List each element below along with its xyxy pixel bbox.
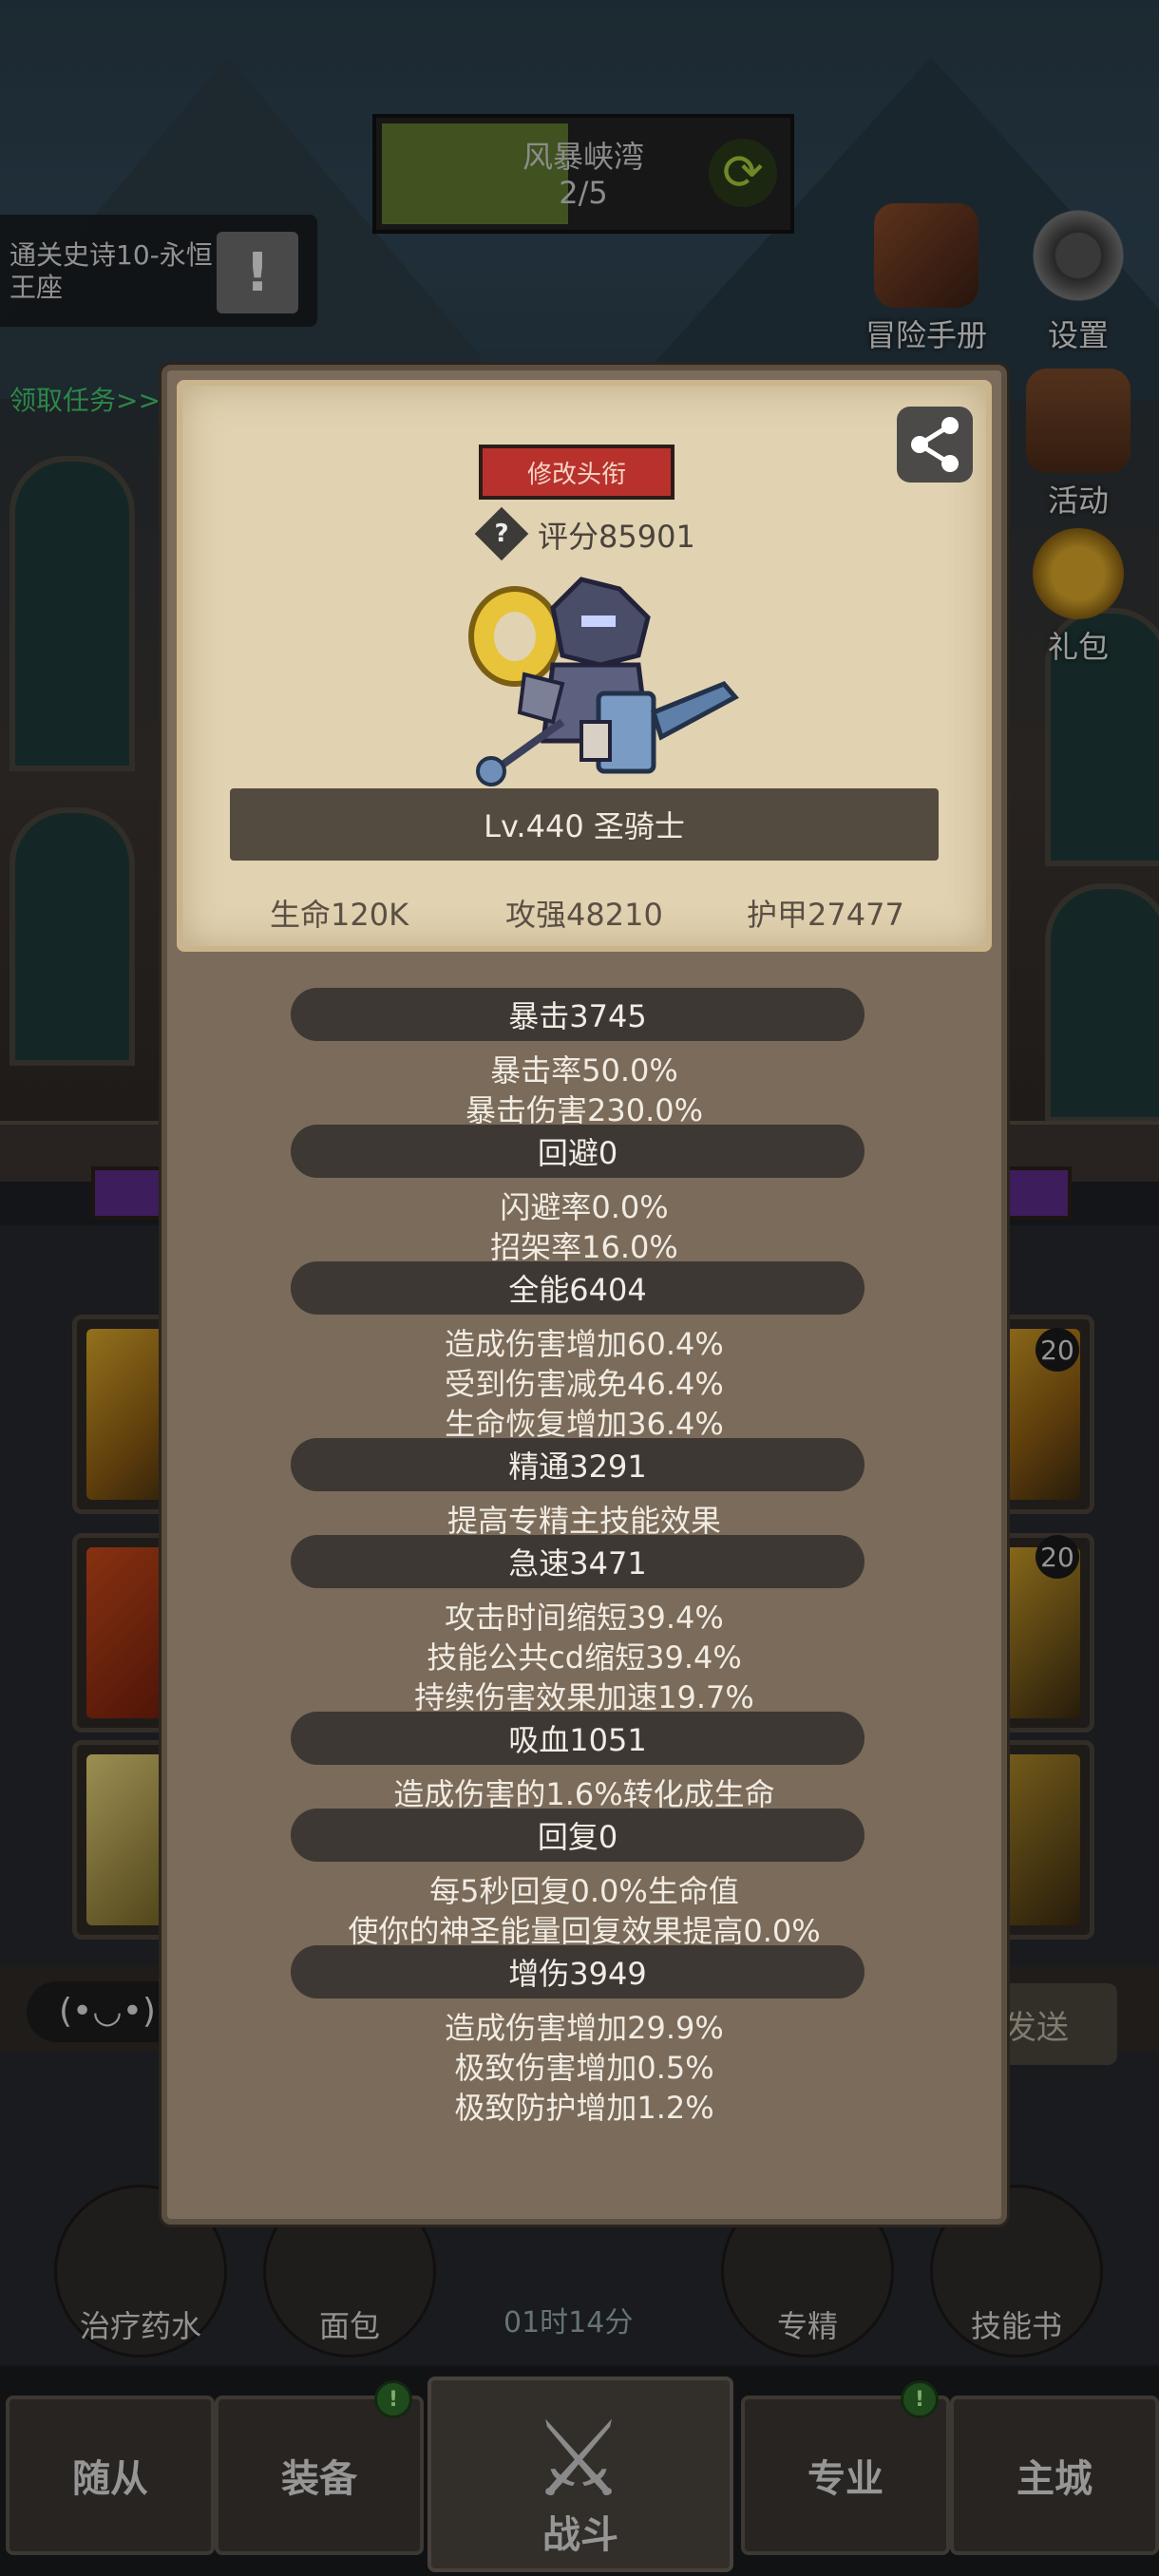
stat-line: 受到伤害减免46.4%	[445, 1366, 724, 1402]
armor-stat: 护甲27477	[747, 897, 904, 933]
help-icon-glyph: ?	[494, 520, 509, 548]
health-stat: 生命120K	[270, 897, 409, 933]
share-button[interactable]	[897, 407, 973, 483]
edit-title-button[interactable]: 修改头衔	[479, 445, 674, 500]
stat-header-versatility: 全能6404	[291, 1261, 864, 1315]
stat-line: 极致防护增加1.2%	[454, 2090, 714, 2126]
stat-header-haste: 急速3471	[291, 1535, 864, 1588]
stat-line: 攻击时间缩短39.4%	[445, 1600, 724, 1636]
paladin-character-sprite	[468, 577, 739, 786]
stat-header-leech: 吸血1051	[291, 1712, 864, 1765]
stat-line: 每5秒回复0.0%生命值	[429, 1873, 739, 1909]
stat-line: 暴击率50.0%	[490, 1052, 678, 1089]
stat-line: 技能公共cd缩短39.4%	[427, 1639, 742, 1676]
attack-power-stat: 攻强48210	[505, 897, 663, 933]
stat-header-avoidance: 回避0	[291, 1125, 864, 1178]
stat-line: 闪避率0.0%	[500, 1189, 669, 1225]
stat-header-regen: 回复0	[291, 1809, 864, 1862]
stat-header-mastery: 精通3291	[291, 1438, 864, 1491]
stat-header-damage-bonus: 增伤3949	[291, 1945, 864, 1998]
stat-header-crit: 暴击3745	[291, 988, 864, 1041]
share-icon	[911, 417, 959, 472]
stat-line: 极致伤害增加0.5%	[454, 2050, 714, 2086]
level-class-banner: Lv.440 圣骑士	[230, 788, 939, 861]
stat-line: 造成伤害增加29.9%	[445, 2010, 724, 2046]
character-stats-popup: 修改头衔 ? 评分85901 Lv.440 圣骑士 生命120K 攻强48210…	[162, 365, 1007, 2225]
power-score: 评分85901	[538, 519, 695, 555]
stat-line: 造成伤害增加60.4%	[445, 1326, 724, 1362]
character-card: 修改头衔 ? 评分85901 Lv.440 圣骑士 生命120K 攻强48210…	[177, 380, 992, 952]
